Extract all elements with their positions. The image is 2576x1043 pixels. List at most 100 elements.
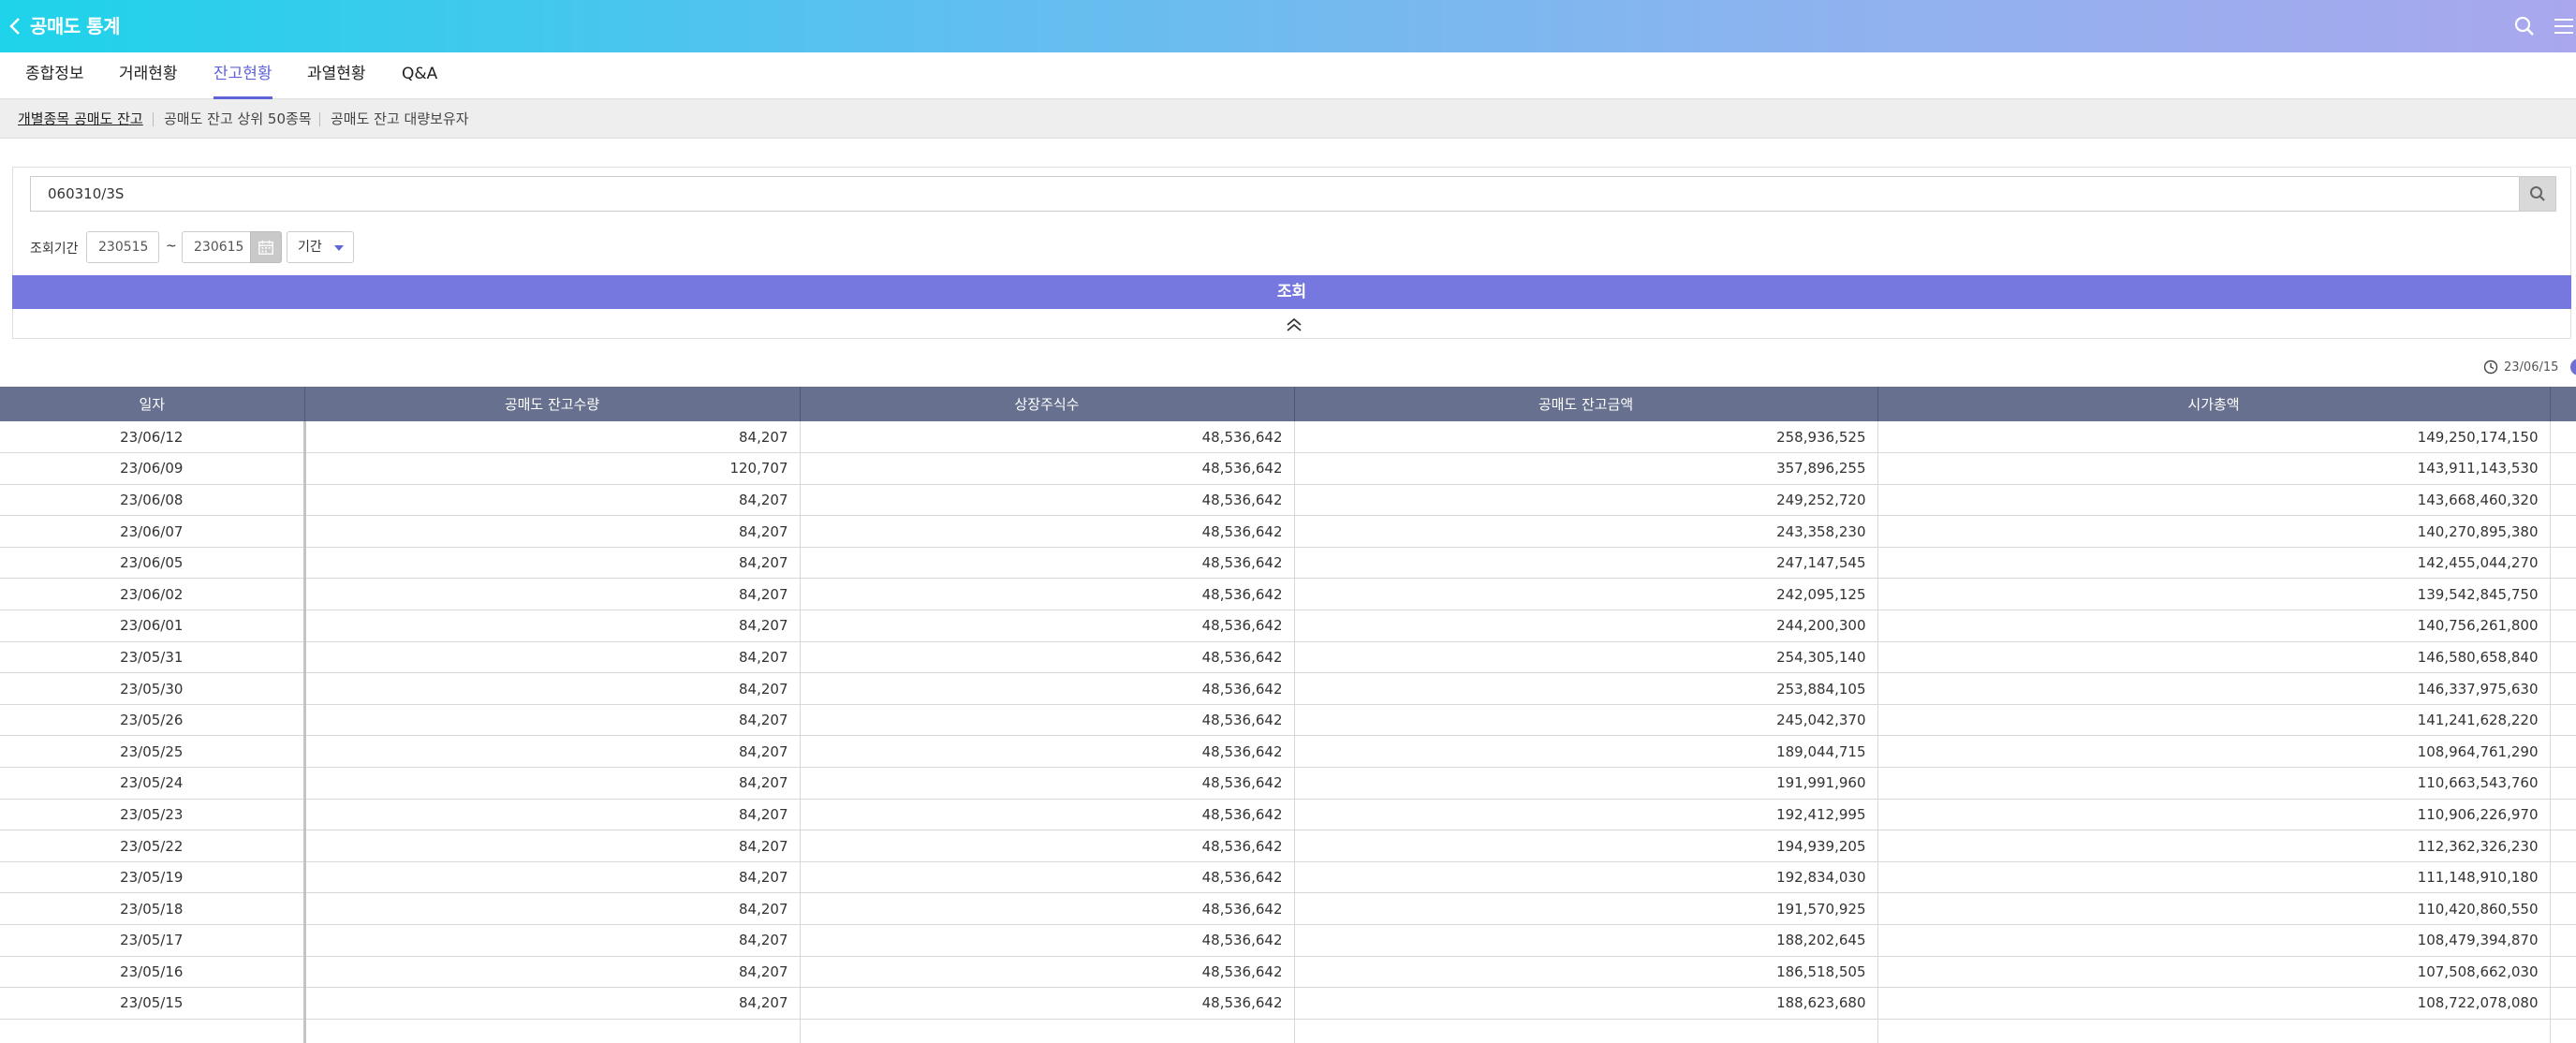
cell-listed-shares: 48,536,642	[800, 767, 1295, 800]
header-search-button[interactable]	[2511, 13, 2538, 39]
stock-search-button[interactable]	[2519, 176, 2556, 212]
cell-market-cap: 141,241,628,220	[1877, 704, 2551, 737]
tab-balance[interactable]: 잔고현황	[213, 52, 272, 99]
cell-spacer	[2550, 924, 2576, 957]
search-icon	[2530, 186, 2545, 201]
table-row: 23/05/26 84,207 48,536,642 245,042,370 141,2…	[0, 704, 2576, 737]
cell-short-qty: 84,207	[304, 735, 801, 769]
subtab-large-holders[interactable]: 공매도 잔고 대량보유자	[331, 110, 469, 128]
cell-date: 23/06/12	[0, 421, 306, 454]
cell-date: 23/05/16	[0, 956, 306, 989]
table-row: 23/05/22 84,207 48,536,642 194,939,205 112,3…	[0, 830, 2576, 862]
tab-overview[interactable]: 종합정보	[25, 52, 84, 99]
tab-overheat[interactable]: 과열현황	[307, 52, 366, 99]
table-row: 23/05/16 84,207 48,536,642 186,518,505 107,5…	[0, 956, 2576, 989]
col-header-short-amount: 공매도 잔고금액	[1294, 387, 1878, 421]
cell-date: 23/05/22	[0, 830, 306, 862]
cell-listed-shares: 48,536,642	[800, 578, 1295, 611]
cell-short-amount: 258,936,525	[1294, 421, 1878, 454]
double-chevron-up-icon	[1287, 317, 1302, 331]
table-row: 23/06/08 84,207 48,536,642 249,252,720 143,6…	[0, 484, 2576, 517]
table-row: 23/05/15 84,207 48,536,642 188,623,680 108,7…	[0, 987, 2576, 1020]
subtab-individual-balance[interactable]: 개별종목 공매도 잔고	[18, 110, 143, 128]
cell-market-cap: 108,722,078,080	[1877, 987, 2551, 1020]
table-row: 23/05/17 84,207 48,536,642 188,202,645 108,4…	[0, 924, 2576, 957]
cell-market-cap: 149,250,174,150	[1877, 421, 2551, 454]
calendar-button[interactable]	[250, 231, 282, 263]
cell-market-cap: 139,542,845,750	[1877, 578, 2551, 611]
app-header: 공매도 통계	[0, 0, 2576, 52]
cell-listed-shares: 48,536,642	[800, 641, 1295, 674]
balance-table: 일자 공매도 잔고수량 상장주식수 공매도 잔고금액 시가총액 23/06/12…	[0, 387, 2576, 1043]
table-row: 23/06/05 84,207 48,536,642 247,147,545 142,4…	[0, 547, 2576, 580]
cell-short-qty: 84,207	[304, 704, 801, 737]
collapse-button[interactable]	[1283, 315, 1305, 335]
table-row: 23/06/09 120,707 48,536,642 357,896,255 143,…	[0, 452, 2576, 485]
cell-short-qty: 84,207	[304, 987, 801, 1020]
cell-short-qty: 84,207	[304, 767, 801, 800]
cell-market-cap: 111,148,910,180	[1877, 861, 2551, 894]
cell-short-qty: 84,207	[304, 956, 801, 989]
menu-button[interactable]	[2549, 13, 2573, 39]
cell-spacer	[2550, 578, 2576, 611]
cell-listed-shares: 48,536,642	[800, 735, 1295, 769]
cell-short-amount: 254,305,140	[1294, 641, 1878, 674]
table-row: 23/05/19 84,207 48,536,642 192,834,030 111,1…	[0, 861, 2576, 894]
back-button[interactable]	[4, 13, 26, 39]
main-tabs: 종합정보 거래현황 잔고현황 과열현황 Q&A	[0, 52, 2576, 99]
cell-listed-shares: 48,536,642	[800, 924, 1295, 957]
subtab-top50[interactable]: 공매도 잔고 상위 50종목	[164, 110, 312, 128]
cell-market-cap: 140,270,895,380	[1877, 515, 2551, 548]
cell-market-cap: 110,663,543,760	[1877, 767, 2551, 800]
subtab-divider	[319, 112, 320, 126]
cell-date: 23/06/07	[0, 515, 306, 548]
cell-short-qty: 120,707	[304, 452, 801, 485]
cell-short-qty: 84,207	[304, 547, 801, 580]
cell-market-cap: 110,420,860,550	[1877, 892, 2551, 925]
cell-date: 23/05/19	[0, 861, 306, 894]
cell-short-amount: 186,518,505	[1294, 956, 1878, 989]
tab-qna[interactable]: Q&A	[402, 52, 437, 99]
cell-spacer	[2550, 704, 2576, 737]
cell-short-amount: 192,412,995	[1294, 799, 1878, 831]
start-date-field[interactable]	[86, 231, 159, 263]
cell-listed-shares: 48,536,642	[800, 830, 1295, 862]
caret-down-icon	[334, 245, 344, 251]
cell-listed-shares: 48,536,642	[800, 861, 1295, 894]
tab-trading[interactable]: 거래현황	[119, 52, 178, 99]
cell-date: 23/05/26	[0, 704, 306, 737]
hamburger-menu-icon	[2554, 19, 2573, 34]
stock-search-input[interactable]	[30, 176, 2533, 212]
cell-short-qty: 84,207	[304, 830, 801, 862]
cell-date: 23/06/09	[0, 452, 306, 485]
table-row-empty	[0, 1019, 2576, 1043]
cell-spacer	[2550, 767, 2576, 800]
info-icon[interactable]: i	[2570, 359, 2576, 375]
cell-short-qty: 84,207	[304, 484, 801, 517]
cell-short-amount: 192,834,030	[1294, 861, 1878, 894]
col-header-date: 일자	[0, 387, 305, 421]
balance-table-container[interactable]: 일자 공매도 잔고수량 상장주식수 공매도 잔고금액 시가총액 23/06/12…	[0, 387, 2576, 1043]
table-row: 23/06/07 84,207 48,536,642 243,358,230 140,2…	[0, 515, 2576, 548]
col-header-listed-shares: 상장주식수	[800, 387, 1295, 421]
cell-listed-shares: 48,536,642	[800, 515, 1295, 548]
cell-listed-shares: 48,536,642	[800, 892, 1295, 925]
timestamp-text: 23/06/15	[2504, 360, 2559, 375]
cell-short-amount: 253,884,105	[1294, 672, 1878, 705]
cell-spacer	[2550, 610, 2576, 642]
cell-short-amount: 191,991,960	[1294, 767, 1878, 800]
cell-short-amount: 249,252,720	[1294, 484, 1878, 517]
cell-listed-shares: 48,536,642	[800, 547, 1295, 580]
table-row: 23/05/23 84,207 48,536,642 192,412,995 110,9…	[0, 799, 2576, 831]
period-select[interactable]: 기간	[287, 231, 354, 263]
cell-date: 23/05/30	[0, 672, 306, 705]
end-date-field[interactable]	[182, 231, 253, 263]
table-row: 23/05/31 84,207 48,536,642 254,305,140 146,5…	[0, 641, 2576, 674]
query-button[interactable]: 조회	[12, 275, 2571, 309]
cell-short-qty: 84,207	[304, 924, 801, 957]
cell-listed-shares: 48,536,642	[800, 987, 1295, 1020]
cell-spacer	[2550, 641, 2576, 674]
table-row: 23/06/12 84,207 48,536,642 258,936,525 149,2…	[0, 421, 2576, 454]
data-timestamp: 23/06/15 i	[2483, 358, 2576, 376]
cell-date: 23/05/18	[0, 892, 306, 925]
